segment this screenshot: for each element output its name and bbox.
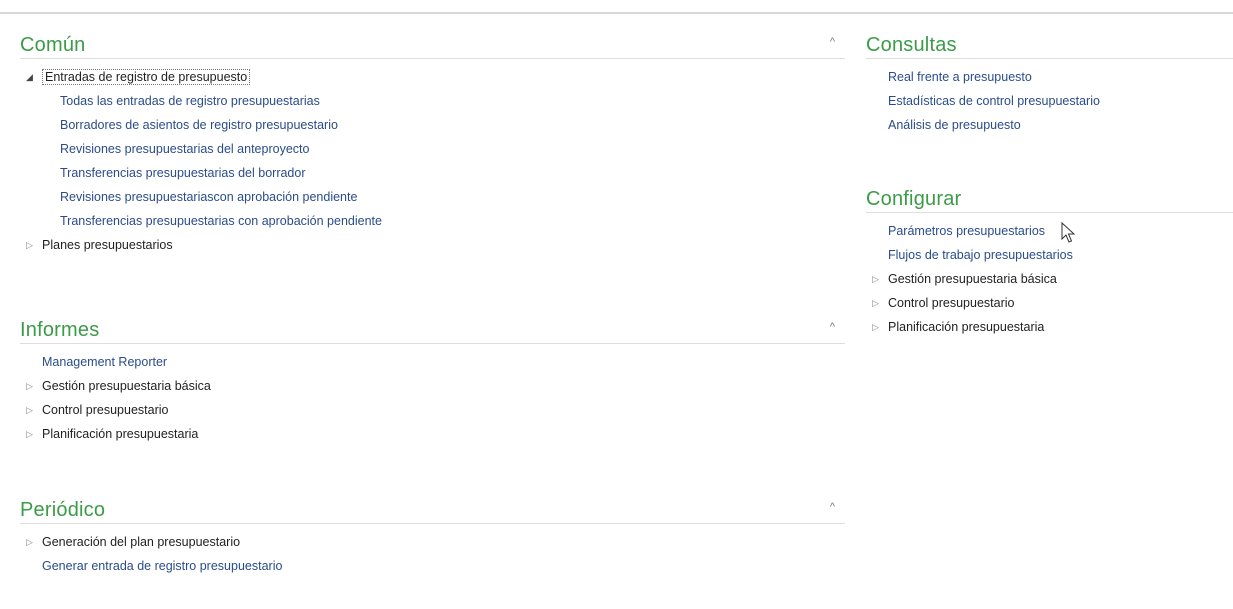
group-entradas-registro-presupuesto[interactable]: ◢ Entradas de registro de presupuesto (20, 65, 845, 89)
triangle-collapsed-icon[interactable]: ▷ (872, 267, 879, 291)
link-item[interactable]: Borradores de asientos de registro presu… (20, 113, 845, 137)
link-item[interactable]: Flujos de trabajo presupuestarios (866, 243, 1233, 267)
section-comun: Común ^ ◢ Entradas de registro de presup… (20, 30, 845, 315)
section-title-informes: Informes (20, 319, 100, 341)
link-item[interactable]: Estadísticas de control presupuestario (866, 89, 1233, 113)
group-label: Planes presupuestarios (42, 238, 173, 252)
triangle-collapsed-icon[interactable]: ▷ (26, 530, 33, 554)
link-item[interactable]: Análisis de presupuesto (866, 113, 1233, 137)
group-label: Control presupuestario (888, 296, 1015, 310)
left-column: Común ^ ◢ Entradas de registro de presup… (20, 30, 845, 578)
group-label: Generación del plan presupuestario (42, 535, 241, 549)
section-title-consultas: Consultas (866, 34, 957, 56)
triangle-expanded-icon[interactable]: ◢ (26, 65, 33, 89)
section-title-periodico: Periódico (20, 499, 106, 521)
section-consultas: Consultas Real frente a presupuesto Esta… (866, 30, 1233, 184)
top-bar (0, 0, 1233, 14)
group-label: Planificación presupuestaria (888, 320, 1045, 334)
section-header-comun: Común ^ (20, 30, 845, 59)
link-generar-entrada[interactable]: Generar entrada de registro presupuestar… (20, 554, 845, 578)
right-column: Consultas Real frente a presupuesto Esta… (866, 30, 1233, 339)
group-item[interactable]: ▷ Gestión presupuestaria básica (866, 267, 1233, 291)
section-header-configurar: Configurar (866, 184, 1233, 213)
group-item[interactable]: ▷ Planificación presupuestaria (866, 315, 1233, 339)
list-consultas: Real frente a presupuesto Estadísticas d… (866, 59, 1233, 137)
group-label: Entradas de registro de presupuesto (42, 69, 251, 85)
group-item[interactable]: ▷ Gestión presupuestaria básica (20, 374, 845, 398)
group-label: Gestión presupuestaria básica (42, 379, 211, 393)
section-header-consultas: Consultas (866, 30, 1233, 59)
link-management-reporter[interactable]: Management Reporter (20, 350, 845, 374)
list-informes: Management Reporter ▷ Gestión presupuest… (20, 344, 845, 446)
list-comun: ◢ Entradas de registro de presupuesto To… (20, 59, 845, 257)
section-header-informes: Informes ^ (20, 315, 845, 344)
list-configurar: Parámetros presupuestarios Flujos de tra… (866, 213, 1233, 339)
caret-up-icon[interactable]: ^ (830, 36, 835, 48)
group-planes-presupuestarios[interactable]: ▷ Planes presupuestarios (20, 233, 845, 257)
caret-up-icon[interactable]: ^ (830, 501, 835, 513)
triangle-collapsed-icon[interactable]: ▷ (26, 374, 33, 398)
group-label: Gestión presupuestaria básica (888, 272, 1057, 286)
group-item[interactable]: ▷ Control presupuestario (866, 291, 1233, 315)
group-generacion-plan[interactable]: ▷ Generación del plan presupuestario (20, 530, 845, 554)
group-item[interactable]: ▷ Planificación presupuestaria (20, 422, 845, 446)
link-item[interactable]: Revisiones presupuestariascon aprobación… (20, 185, 845, 209)
list-periodico: ▷ Generación del plan presupuestario Gen… (20, 524, 845, 578)
section-header-periodico: Periódico ^ (20, 495, 845, 524)
triangle-collapsed-icon[interactable]: ▷ (26, 233, 33, 257)
caret-up-icon[interactable]: ^ (830, 321, 835, 333)
triangle-collapsed-icon[interactable]: ▷ (872, 291, 879, 315)
link-item[interactable]: Revisiones presupuestarias del anteproye… (20, 137, 845, 161)
link-item[interactable]: Transferencias presupuestarias del borra… (20, 161, 845, 185)
triangle-collapsed-icon[interactable]: ▷ (26, 398, 33, 422)
link-item[interactable]: Parámetros presupuestarios (866, 219, 1233, 243)
link-item[interactable]: Real frente a presupuesto (866, 65, 1233, 89)
section-periodico: Periódico ^ ▷ Generación del plan presup… (20, 495, 845, 578)
section-configurar: Configurar Parámetros presupuestarios Fl… (866, 184, 1233, 339)
triangle-collapsed-icon[interactable]: ▷ (872, 315, 879, 339)
group-item[interactable]: ▷ Control presupuestario (20, 398, 845, 422)
section-title-comun: Común (20, 34, 86, 56)
triangle-collapsed-icon[interactable]: ▷ (26, 422, 33, 446)
group-label: Planificación presupuestaria (42, 427, 199, 441)
link-item[interactable]: Transferencias presupuestarias con aprob… (20, 209, 845, 233)
link-item[interactable]: Todas las entradas de registro presupues… (20, 89, 845, 113)
group-label: Control presupuestario (42, 403, 169, 417)
section-title-configurar: Configurar (866, 188, 962, 210)
section-informes: Informes ^ Management Reporter ▷ Gestión… (20, 315, 845, 495)
